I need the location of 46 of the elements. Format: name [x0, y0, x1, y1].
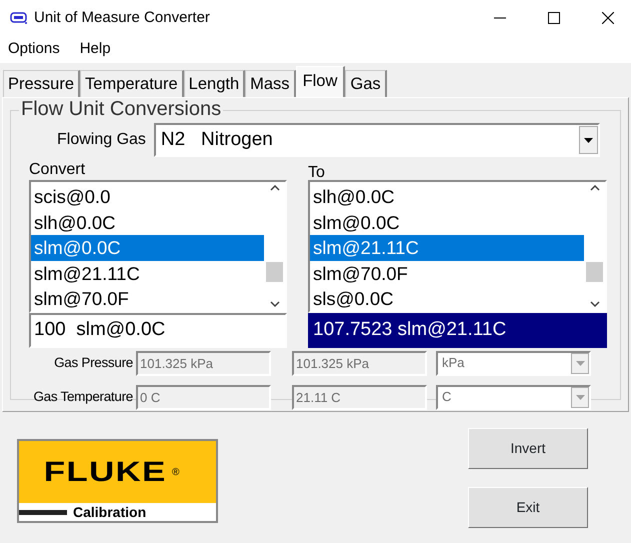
scroll-up-icon[interactable] [590, 185, 600, 192]
logo-stripe [19, 510, 67, 514]
app-icon [10, 11, 28, 25]
list-item[interactable]: slm@21.11C [310, 235, 584, 260]
close-icon[interactable] [602, 12, 614, 24]
dialog-button[interactable]: Invert [468, 428, 588, 469]
logo-text: FLUKE [43, 458, 166, 486]
field-label: Flowing Gas [57, 130, 146, 150]
column-label: To [308, 163, 326, 180]
list-item[interactable]: slm@70.0F [310, 260, 584, 286]
list-item[interactable]: slm@21.11C [31, 260, 264, 286]
scroll-down-icon[interactable] [590, 301, 600, 308]
tab[interactable]: Length [184, 70, 246, 97]
dropdown-value: C [442, 388, 452, 406]
tab[interactable]: Pressure [3, 70, 80, 97]
registered-mark: ® [172, 466, 180, 480]
window-title: Unit of Measure Converter [34, 8, 210, 28]
result-value: 107.7523 slm@21.11C [308, 313, 607, 348]
scrollbar-thumb[interactable] [586, 262, 603, 282]
tab[interactable]: Gas [345, 70, 387, 97]
tab[interactable]: Mass [245, 70, 296, 97]
menu-item[interactable]: Options [2, 38, 66, 61]
column-label: Convert [29, 160, 86, 180]
dropdown-value: kPa [442, 354, 464, 372]
list-item[interactable]: slm@0.0C [310, 210, 584, 235]
list-item[interactable]: slm@70.0F [31, 286, 264, 312]
list-item[interactable]: slm@0.0C [31, 235, 264, 260]
scrollbar-thumb[interactable] [266, 262, 283, 282]
tab[interactable]: Flow [296, 66, 346, 97]
list-item[interactable]: sls@0.0C [310, 286, 584, 312]
list-item[interactable]: slh@0.0C [310, 184, 584, 210]
maximize-icon[interactable] [548, 12, 560, 24]
dropdown-value: N2 Nitrogen [160, 128, 273, 152]
scroll-down-icon[interactable] [270, 301, 280, 308]
dropdown-arrow-icon[interactable] [584, 138, 593, 142]
scroll-up-icon[interactable] [270, 185, 280, 192]
menu-item[interactable]: Help [74, 38, 117, 61]
tab[interactable]: Temperature [80, 70, 184, 97]
logo-tagline: Calibration [73, 502, 146, 522]
gas-dropdown[interactable]: N2 Nitrogen [154, 123, 600, 157]
dialog-button[interactable]: Exit [468, 487, 588, 528]
list-item[interactable]: scis@0.0 [31, 184, 264, 210]
field-label: Gas Pressure [53, 354, 134, 372]
list-item[interactable]: slh@0.0C [31, 210, 264, 235]
input-field[interactable]: 100 slm@0.0C [29, 313, 287, 348]
field-label: Gas Temperature [32, 388, 134, 406]
